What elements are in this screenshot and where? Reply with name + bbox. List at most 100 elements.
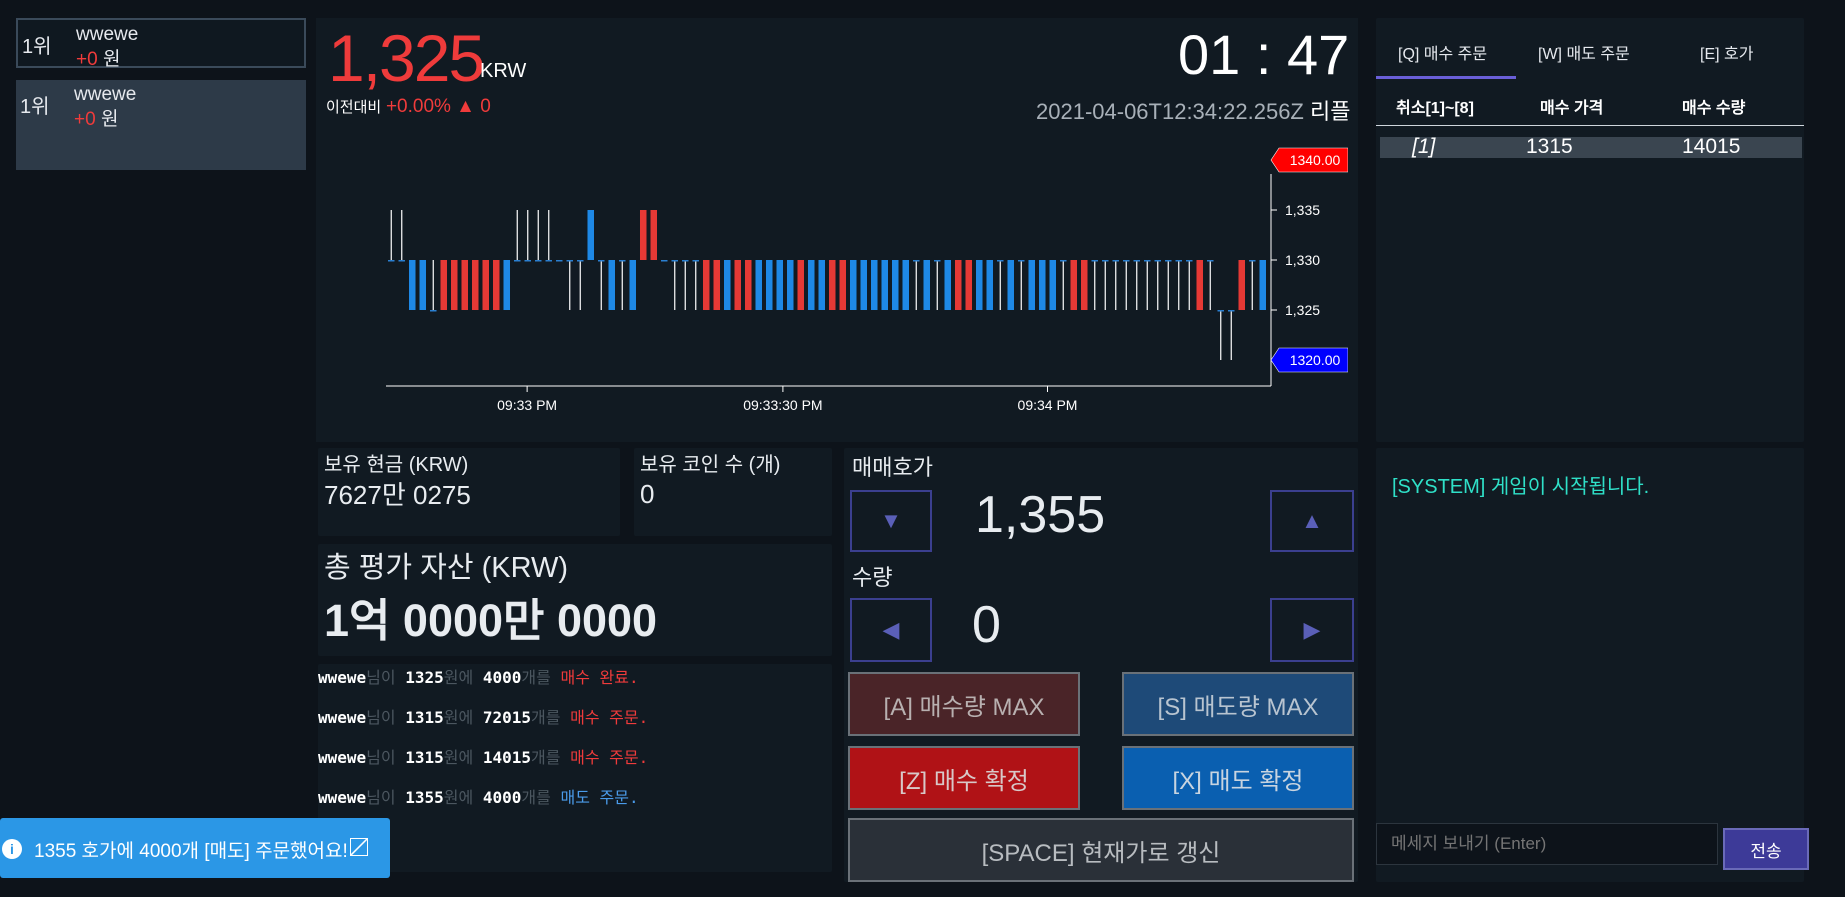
candle-body (1070, 260, 1078, 310)
rank-unit: 원 (100, 109, 119, 130)
sell-confirm-button[interactable]: [X] 매도 확정 (1122, 746, 1354, 810)
buy-max-button[interactable]: [A] 매수량 MAX (848, 672, 1080, 736)
log-price: 1315 (405, 708, 444, 727)
chat-panel (1376, 448, 1804, 882)
refresh-price-button[interactable]: [SPACE] 현재가로 갱신 (848, 818, 1354, 882)
rank-number: 1위 (20, 96, 50, 118)
down-icon: ▼ (880, 508, 902, 533)
candle-body (408, 260, 416, 310)
candle-body (881, 260, 889, 310)
candle-body (912, 260, 920, 262)
candle-body (807, 260, 815, 310)
tab-buy-orders[interactable]: [Q] 매수 주문 (1398, 40, 1487, 64)
price-label: 매매호가 (852, 455, 933, 480)
cash-label: 보유 현금 (KRW) (324, 454, 469, 476)
y-tick-label: 1,325 (1285, 302, 1320, 318)
candle-body (629, 260, 637, 310)
tab-sell-orders[interactable]: [W] 매도 주문 (1538, 40, 1630, 64)
x-tick-label: 09:33:30 PM (743, 397, 822, 413)
log-entry: wwewe님이 1325원에 4000개를 매수 완료. (318, 664, 639, 688)
candle-body (1143, 260, 1151, 262)
candle-body (555, 260, 563, 262)
log-action: 매도 주문. (560, 788, 639, 807)
candle-body (986, 260, 994, 310)
chat-message: [SYSTEM] 게임이 시작됩니다. (1392, 476, 1650, 498)
candle-body (398, 260, 406, 262)
header-divider (1376, 125, 1804, 126)
log-text: 개를 (521, 788, 561, 807)
total-asset-value: 1억 0000만 0000 (324, 595, 658, 646)
quantity-decrease-button[interactable]: ◀ (850, 598, 932, 662)
candle-body (839, 260, 847, 310)
log-user: wwewe (318, 708, 367, 727)
candle-body (1227, 310, 1235, 312)
candle-body (450, 260, 458, 310)
price-value[interactable]: 1,355 (975, 485, 1105, 545)
candle-body (660, 260, 668, 262)
tab-underline (1376, 76, 1516, 79)
order-qty: 14015 (1682, 135, 1741, 158)
candle-body (503, 260, 511, 310)
buy-confirm-button[interactable]: [Z] 매수 확정 (848, 746, 1080, 810)
candle-body (1175, 260, 1183, 262)
rank-username: wwewe (76, 24, 139, 45)
rank-unit: 원 (102, 49, 121, 70)
order-index[interactable]: [1] (1412, 135, 1435, 159)
log-user: wwewe (318, 668, 367, 687)
candle-body (1185, 260, 1193, 262)
prev-compare-label: 이전대비 (326, 99, 382, 116)
candle-body (1101, 260, 1109, 262)
candle-body (723, 260, 731, 310)
candle-body (933, 260, 941, 262)
candle-body (1154, 260, 1162, 262)
quantity-label: 수량 (852, 565, 893, 590)
prev-compare: 이전대비 +0.00% ▲ 0 (326, 96, 491, 118)
order-row[interactable]: [1] 1315 14015 (1380, 135, 1802, 159)
candle-body (650, 210, 658, 260)
right-icon: ▶ (1303, 617, 1321, 642)
log-action: 매수 주문. (570, 748, 649, 767)
log-qty: 4000 (482, 788, 522, 807)
price-down-button[interactable]: ▼ (850, 490, 932, 552)
chat-input[interactable] (1376, 823, 1718, 865)
candle-body (671, 260, 679, 262)
trade-log-panel (318, 664, 832, 872)
tab-quotes[interactable]: [E] 호가 (1700, 40, 1753, 64)
candle-body (944, 260, 952, 310)
candle-body (1259, 260, 1267, 310)
log-qty: 72015 (482, 708, 532, 727)
rank-score: +0 원 (74, 104, 118, 131)
left-icon: ◀ (882, 617, 900, 642)
chart-icon (350, 838, 368, 856)
coin-name: 리플 (1310, 99, 1351, 124)
order-price: 1315 (1526, 135, 1573, 158)
candle-body (566, 260, 574, 262)
chat-send-button[interactable]: 전송 (1723, 828, 1809, 870)
candle-body (1217, 310, 1225, 312)
candle-body (1238, 260, 1246, 310)
candle-body (1133, 260, 1141, 262)
log-text: 님이 (366, 748, 406, 767)
candle-body (639, 210, 647, 260)
candle-body (891, 260, 899, 310)
log-price: 1325 (405, 668, 444, 687)
candle-body (618, 260, 626, 262)
quantity-increase-button[interactable]: ▶ (1270, 598, 1354, 662)
candle-body (828, 260, 836, 310)
rank-change: +0 (74, 109, 96, 130)
candle-body (440, 260, 448, 310)
log-text: 님이 (366, 788, 406, 807)
candle-body (1017, 260, 1025, 262)
candle-body (692, 260, 700, 262)
candle-body (461, 260, 469, 310)
log-entry: wwewe님이 1315원에 72015개를 매수 주문. (318, 704, 648, 728)
candle-body (471, 260, 479, 310)
rank-change: +0 (76, 49, 98, 70)
candle-body (713, 260, 721, 310)
quantity-value[interactable]: 0 (972, 595, 1001, 655)
notification-toast[interactable]: i 1355 호가에 4000개 [매도] 주문했어요! (0, 818, 390, 878)
price-up-button[interactable]: ▲ (1270, 490, 1354, 552)
log-action: 매수 주문. (570, 708, 649, 727)
cash-value: 7627만 0275 (324, 480, 471, 510)
sell-max-button[interactable]: [S] 매도량 MAX (1122, 672, 1354, 736)
